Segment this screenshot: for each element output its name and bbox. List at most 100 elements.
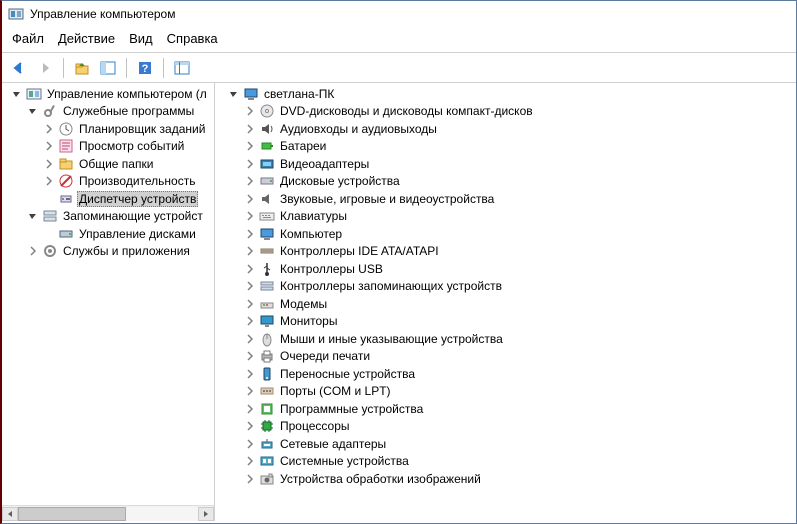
expand-icon[interactable] xyxy=(244,210,256,222)
expand-icon[interactable] xyxy=(244,455,256,467)
expand-icon[interactable] xyxy=(43,123,55,135)
device-manager[interactable]: светлана-ПК DVD-дисководы и дисководы ком… xyxy=(215,83,796,521)
back-button[interactable] xyxy=(8,57,30,79)
tree-row[interactable]: Батареи xyxy=(215,138,796,156)
scroll-left-arrow[interactable] xyxy=(2,507,18,521)
title-bar: Управление компьютером xyxy=(2,1,796,27)
expand-icon[interactable] xyxy=(27,245,39,257)
horizontal-scrollbar[interactable] xyxy=(2,505,214,521)
expand-icon[interactable] xyxy=(43,175,55,187)
toolbar: ? xyxy=(2,53,796,83)
collapse-icon[interactable] xyxy=(27,210,39,222)
forward-button[interactable] xyxy=(34,57,56,79)
tree-row[interactable]: светлана-ПК xyxy=(215,85,796,103)
tree-row[interactable]: Порты (COM и LPT) xyxy=(215,383,796,401)
expand-icon[interactable] xyxy=(244,140,256,152)
menu-action[interactable]: Действие xyxy=(58,31,115,46)
tree-row[interactable]: Мыши и иные указывающие устройства xyxy=(215,330,796,348)
up-folder-button[interactable] xyxy=(71,57,93,79)
tree-row[interactable]: Управление компьютером (л xyxy=(2,85,214,103)
tree-row[interactable]: Мониторы xyxy=(215,313,796,331)
tree-row[interactable]: Сетевые адаптеры xyxy=(215,435,796,453)
tree-row[interactable]: Контроллеры запоминающих устройств xyxy=(215,278,796,296)
tree-row[interactable]: Модемы xyxy=(215,295,796,313)
menu-file[interactable]: Файл xyxy=(12,31,44,46)
expand-icon[interactable] xyxy=(244,193,256,205)
scroll-right-arrow[interactable] xyxy=(198,507,214,521)
tree-row[interactable]: Запоминающие устройст xyxy=(2,208,214,226)
modem-icon xyxy=(259,296,275,312)
expand-icon[interactable] xyxy=(244,228,256,240)
tree-row[interactable]: Общие папки xyxy=(2,155,214,173)
tree-row[interactable]: Системные устройства xyxy=(215,453,796,471)
scroll-track[interactable] xyxy=(18,507,198,521)
tree-label: светлана-ПК xyxy=(262,87,336,101)
collapse-icon[interactable] xyxy=(11,88,23,100)
expand-icon[interactable] xyxy=(244,350,256,362)
tree-row[interactable]: Служебные программы xyxy=(2,103,214,121)
tree-row[interactable]: DVD-дисководы и дисководы компакт-дисков xyxy=(215,103,796,121)
expand-icon[interactable] xyxy=(43,140,55,152)
tree-label: Службы и приложения xyxy=(61,244,192,258)
expand-icon[interactable] xyxy=(244,298,256,310)
tree-label: Общие папки xyxy=(77,157,155,171)
storage2-icon xyxy=(259,278,275,294)
tree-row[interactable]: Звуковые, игровые и видеоустройства xyxy=(215,190,796,208)
tree-row[interactable]: Управление дисками xyxy=(2,225,214,243)
menu-view[interactable]: Вид xyxy=(129,31,153,46)
tree-row[interactable]: Контроллеры USB xyxy=(215,260,796,278)
tree-row[interactable]: Аудиовходы и аудиовыходы xyxy=(215,120,796,138)
expand-icon[interactable] xyxy=(244,123,256,135)
tree-label: Контроллеры IDE ATA/ATAPI xyxy=(278,244,441,258)
battery-icon xyxy=(259,138,275,154)
help-button[interactable]: ? xyxy=(134,57,156,79)
tree-row[interactable]: Компьютер xyxy=(215,225,796,243)
expand-icon[interactable] xyxy=(244,175,256,187)
tree-row[interactable]: Видеоадаптеры xyxy=(215,155,796,173)
collapse-icon[interactable] xyxy=(228,88,240,100)
expand-icon[interactable] xyxy=(244,368,256,380)
expand-icon[interactable] xyxy=(244,263,256,275)
expand-icon[interactable] xyxy=(244,438,256,450)
tree-row[interactable]: Очереди печати xyxy=(215,348,796,366)
expand-icon[interactable] xyxy=(244,158,256,170)
tree-row[interactable]: Переносные устройства xyxy=(215,365,796,383)
scroll-thumb[interactable] xyxy=(18,507,126,521)
tree-row[interactable]: Планировщик заданий xyxy=(2,120,214,138)
expand-icon[interactable] xyxy=(43,158,55,170)
show-hide-tree-button[interactable] xyxy=(97,57,119,79)
tree-row[interactable]: Дисковые устройства xyxy=(215,173,796,191)
tree-row[interactable]: Просмотр событий xyxy=(2,138,214,156)
expand-icon[interactable] xyxy=(244,280,256,292)
expand-icon[interactable] xyxy=(244,315,256,327)
tree-row[interactable]: Программные устройства xyxy=(215,400,796,418)
tree-row[interactable]: Диспетчер устройств xyxy=(2,190,214,208)
expand-icon[interactable] xyxy=(244,333,256,345)
expand-icon[interactable] xyxy=(244,420,256,432)
tree-row[interactable]: Процессоры xyxy=(215,418,796,436)
print-icon xyxy=(259,348,275,364)
window-title: Управление компьютером xyxy=(30,7,175,21)
cpu-icon xyxy=(259,418,275,434)
view-options-button[interactable] xyxy=(171,57,193,79)
expand-icon[interactable] xyxy=(244,473,256,485)
tree-label: Очереди печати xyxy=(278,349,372,363)
tree-row[interactable]: Службы и приложения xyxy=(2,243,214,261)
expand-icon[interactable] xyxy=(244,245,256,257)
tree-row[interactable]: Производительность xyxy=(2,173,214,191)
expand-icon[interactable] xyxy=(244,385,256,397)
events-icon xyxy=(58,138,74,154)
menu-bar: Файл Действие Вид Справка xyxy=(2,27,796,53)
menu-help[interactable]: Справка xyxy=(167,31,218,46)
expand-icon[interactable] xyxy=(244,105,256,117)
tree-row[interactable]: Клавиатуры xyxy=(215,208,796,226)
tree-label: Управление дисками xyxy=(77,227,198,241)
collapse-icon[interactable] xyxy=(27,105,39,117)
tree-row[interactable]: Устройства обработки изображений xyxy=(215,470,796,488)
console-tree[interactable]: Управление компьютером (лСлужебные прогр… xyxy=(2,83,215,521)
tree-row[interactable]: Контроллеры IDE ATA/ATAPI xyxy=(215,243,796,261)
expand-icon[interactable] xyxy=(244,403,256,415)
tree-label: Устройства обработки изображений xyxy=(278,472,483,486)
audio-icon xyxy=(259,121,275,137)
ide-icon xyxy=(259,243,275,259)
